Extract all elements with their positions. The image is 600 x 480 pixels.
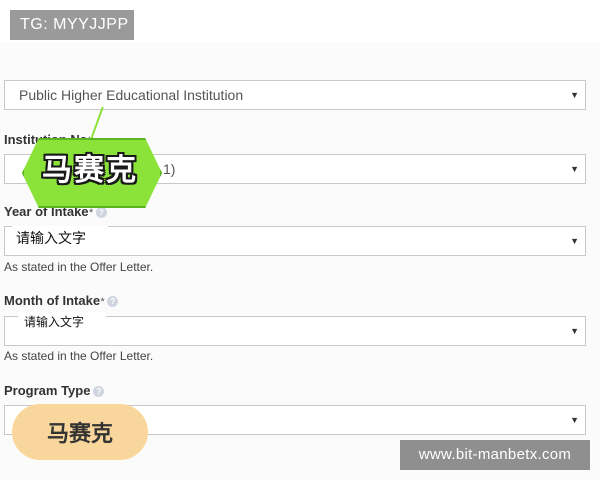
help-icon[interactable]: ? bbox=[95, 207, 107, 219]
watermark-bottom-right: www.bit-manbetx.com bbox=[400, 440, 590, 470]
required-mark: * bbox=[88, 207, 93, 219]
help-icon[interactable]: ? bbox=[93, 386, 105, 398]
month-of-intake-label: Month of Intake*? bbox=[4, 293, 119, 308]
institution-type-select[interactable]: Public Higher Educational Institution ▼ bbox=[4, 80, 586, 110]
chevron-down-icon: ▼ bbox=[570, 326, 579, 336]
required-mark: * bbox=[100, 296, 105, 308]
watermark-top-left: TG: MYYJJPP bbox=[10, 10, 134, 40]
chevron-down-icon: ▼ bbox=[570, 236, 579, 246]
month-of-intake-hint: As stated in the Offer Letter. bbox=[4, 349, 154, 363]
year-of-intake-overlay-text: 请输入文字 bbox=[12, 226, 108, 252]
chevron-down-icon: ▼ bbox=[570, 90, 579, 100]
form-page: Public Higher Educational Institution ▼ … bbox=[0, 0, 600, 480]
year-of-intake-hint: As stated in the Offer Letter. bbox=[4, 260, 154, 274]
institution-type-value: Public Higher Educational Institution bbox=[19, 87, 244, 103]
month-of-intake-overlay-text: 请输入文字 bbox=[18, 312, 106, 332]
help-icon[interactable]: ? bbox=[107, 296, 119, 308]
chevron-down-icon: ▼ bbox=[570, 164, 579, 174]
chevron-down-icon: ▼ bbox=[570, 415, 579, 425]
mosaic-callout-green-text: 马赛克 bbox=[42, 154, 138, 187]
mosaic-callout-orange-text: 马赛克 bbox=[46, 421, 113, 446]
program-type-label: Program Type? bbox=[4, 383, 105, 398]
institution-name-partial-value: 1) bbox=[163, 161, 176, 177]
